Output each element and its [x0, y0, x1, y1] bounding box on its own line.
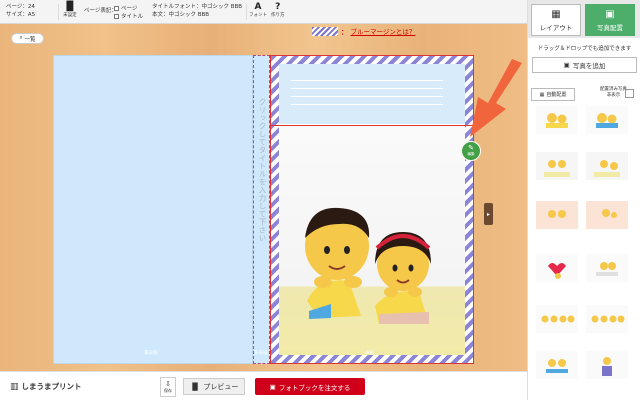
book-info: ページ：24 サイズ：A5 [6, 4, 35, 19]
photo-thumbnail[interactable] [536, 351, 578, 379]
font-button-label: フォント [249, 13, 267, 18]
right-panel: ▦ レイアウト ▣ 写真配置 ドラッグ＆ドロップでも追加できます ▣ 写真を追加… [527, 0, 640, 400]
back-label: 一覧 [24, 36, 36, 43]
font-button[interactable]: A フォント [249, 2, 267, 18]
tab-photo-label: 写真配置 [597, 23, 623, 32]
size-info: サイズ：A5 [6, 11, 36, 18]
font-info: タイトルフォント：中ゴシック BBB 本文：中ゴシック BBB [152, 4, 242, 19]
back-to-list-button[interactable]: ⌕ 一覧 [11, 33, 44, 44]
auto-icon: ▦ [539, 91, 545, 98]
photo-thumbnail[interactable] [586, 152, 628, 180]
hide-placed-line2: 非表示 [606, 93, 621, 98]
spine-title-placeholder[interactable]: クリックしてタイトルを入力して下さい [254, 98, 271, 242]
book-icon: ▐▌ [63, 2, 77, 12]
bluemargin-swatch [312, 26, 338, 36]
book-icon: ▐▌ [189, 382, 201, 391]
help-button-label: 作り方 [271, 13, 285, 18]
spine-label: 背表紙 [254, 351, 268, 356]
title-area[interactable] [279, 64, 465, 124]
edit-label: 編集 [467, 152, 475, 156]
title-line [291, 96, 443, 97]
spine[interactable]: クリックしてタイトルを入力して下さい [253, 55, 270, 364]
bluemargin-info: ： ブルーマージンとは？ [312, 26, 415, 36]
unset-button[interactable]: ▐▌ 未設定 [63, 2, 77, 18]
save-label: 保存 [164, 388, 172, 393]
hide-placed-label: 配置済み写真 非表示 [600, 87, 627, 99]
unset-label: 未設定 [63, 13, 77, 18]
front-cover-label: 表紙 [365, 351, 374, 356]
photo-thumbnail[interactable] [536, 152, 578, 180]
title-font-info: タイトルフォント：中ゴシック BBB [152, 4, 243, 10]
arrow-pointer-icon [470, 59, 522, 137]
clay-figures-photo [305, 207, 431, 324]
front-cover-content [271, 64, 473, 355]
auto-place-button[interactable]: ▦ 自動配置 [531, 88, 575, 101]
checkbox-box [114, 5, 119, 11]
bluemargin-link[interactable]: ブルーマージンとは？ [351, 26, 416, 36]
edit-button[interactable]: ✎ 編集 [461, 141, 481, 161]
back-cover-label: 裏表紙 [144, 351, 158, 356]
chevron-right-icon: ▸ [486, 210, 490, 218]
photo-thumbnail[interactable] [536, 305, 578, 333]
front-cover[interactable] [270, 55, 474, 364]
tab-photo[interactable]: ▣ 写真配置 [585, 4, 635, 36]
cover-photo[interactable] [279, 126, 465, 355]
photo-thumbnail[interactable] [536, 254, 578, 282]
panel-tabs: ▦ レイアウト ▣ 写真配置 [528, 0, 640, 38]
brand-name: しまうまプリント [21, 382, 82, 391]
photo-thumbnail[interactable] [586, 201, 628, 229]
preview-label: プレビュー [203, 382, 239, 391]
back-cover[interactable] [53, 55, 253, 364]
add-image-icon: ▣ [563, 61, 570, 69]
photo-thumbnail[interactable] [586, 305, 628, 333]
help-button[interactable]: ? 作り方 [271, 2, 285, 18]
divider [246, 4, 247, 20]
page-display-label: ページ表記： [84, 8, 117, 14]
bluemargin-marker: ： [341, 28, 348, 36]
add-photo-label: 写真を追加 [572, 62, 606, 70]
panel-toggle-button[interactable]: ▸ [484, 203, 493, 225]
font-icon: A [254, 2, 262, 12]
checkbox-box [114, 13, 119, 19]
title-checkbox-label: タイトル [121, 14, 144, 20]
editor-canvas: ⌕ 一覧 ： ブルーマージンとは？ クリックしてタイトルを入力して下さい ✎ 編… [0, 24, 527, 371]
brand-logo: ▥ しまうまプリント [10, 381, 82, 392]
top-toolbar: ページ：24 サイズ：A5 ▐▌ 未設定 ページ表記： ページ タイトル タイト… [0, 0, 527, 24]
divider [58, 4, 59, 20]
order-icon: ▣ [269, 382, 276, 391]
photo-thumbnail[interactable] [586, 106, 628, 134]
order-label: フォトブックを注文する [278, 383, 351, 392]
photo-thumbnail[interactable] [586, 351, 628, 379]
tab-layout[interactable]: ▦ レイアウト [531, 4, 581, 36]
photo-thumbnail[interactable] [536, 201, 578, 229]
tab-layout-label: レイアウト [539, 23, 573, 32]
question-icon: ? [275, 2, 281, 12]
grid-icon: ▦ [551, 8, 561, 20]
body-font-info: 本文：中ゴシック BBB [152, 11, 210, 18]
image-icon: ▣ [605, 8, 615, 20]
photo-thumbnail[interactable] [586, 254, 628, 282]
auto-place-label: 自動配置 [546, 92, 567, 98]
download-icon: ⇩ [165, 380, 171, 388]
title-line [291, 104, 443, 105]
save-button[interactable]: ⇩ 保存 [160, 377, 176, 397]
bottom-bar: ▥ しまうまプリント ⇩ 保存 ▐▌ プレビュー ▣ フォトブックを注文する [0, 371, 527, 400]
page-checkbox-label: ページ [121, 6, 138, 12]
title-line [291, 88, 443, 89]
photo-thumbnail[interactable] [536, 106, 578, 134]
photo-thumbnails [528, 104, 640, 400]
drag-hint: ドラッグ＆ドロップでも追加できます [537, 46, 632, 52]
search-icon: ⌕ [19, 35, 23, 41]
title-line [291, 80, 443, 81]
hide-placed-checkbox[interactable] [625, 89, 634, 98]
preview-button[interactable]: ▐▌ プレビュー [183, 378, 245, 395]
add-photo-button[interactable]: ▣ 写真を追加 [532, 57, 637, 73]
page-count: ページ：24 [6, 4, 35, 10]
logo-mark-icon: ▥ [10, 381, 19, 392]
title-checkbox[interactable]: タイトル [114, 12, 143, 20]
page-checkbox[interactable]: ページ [114, 4, 137, 12]
order-photobook-button[interactable]: ▣ フォトブックを注文する [255, 378, 365, 395]
